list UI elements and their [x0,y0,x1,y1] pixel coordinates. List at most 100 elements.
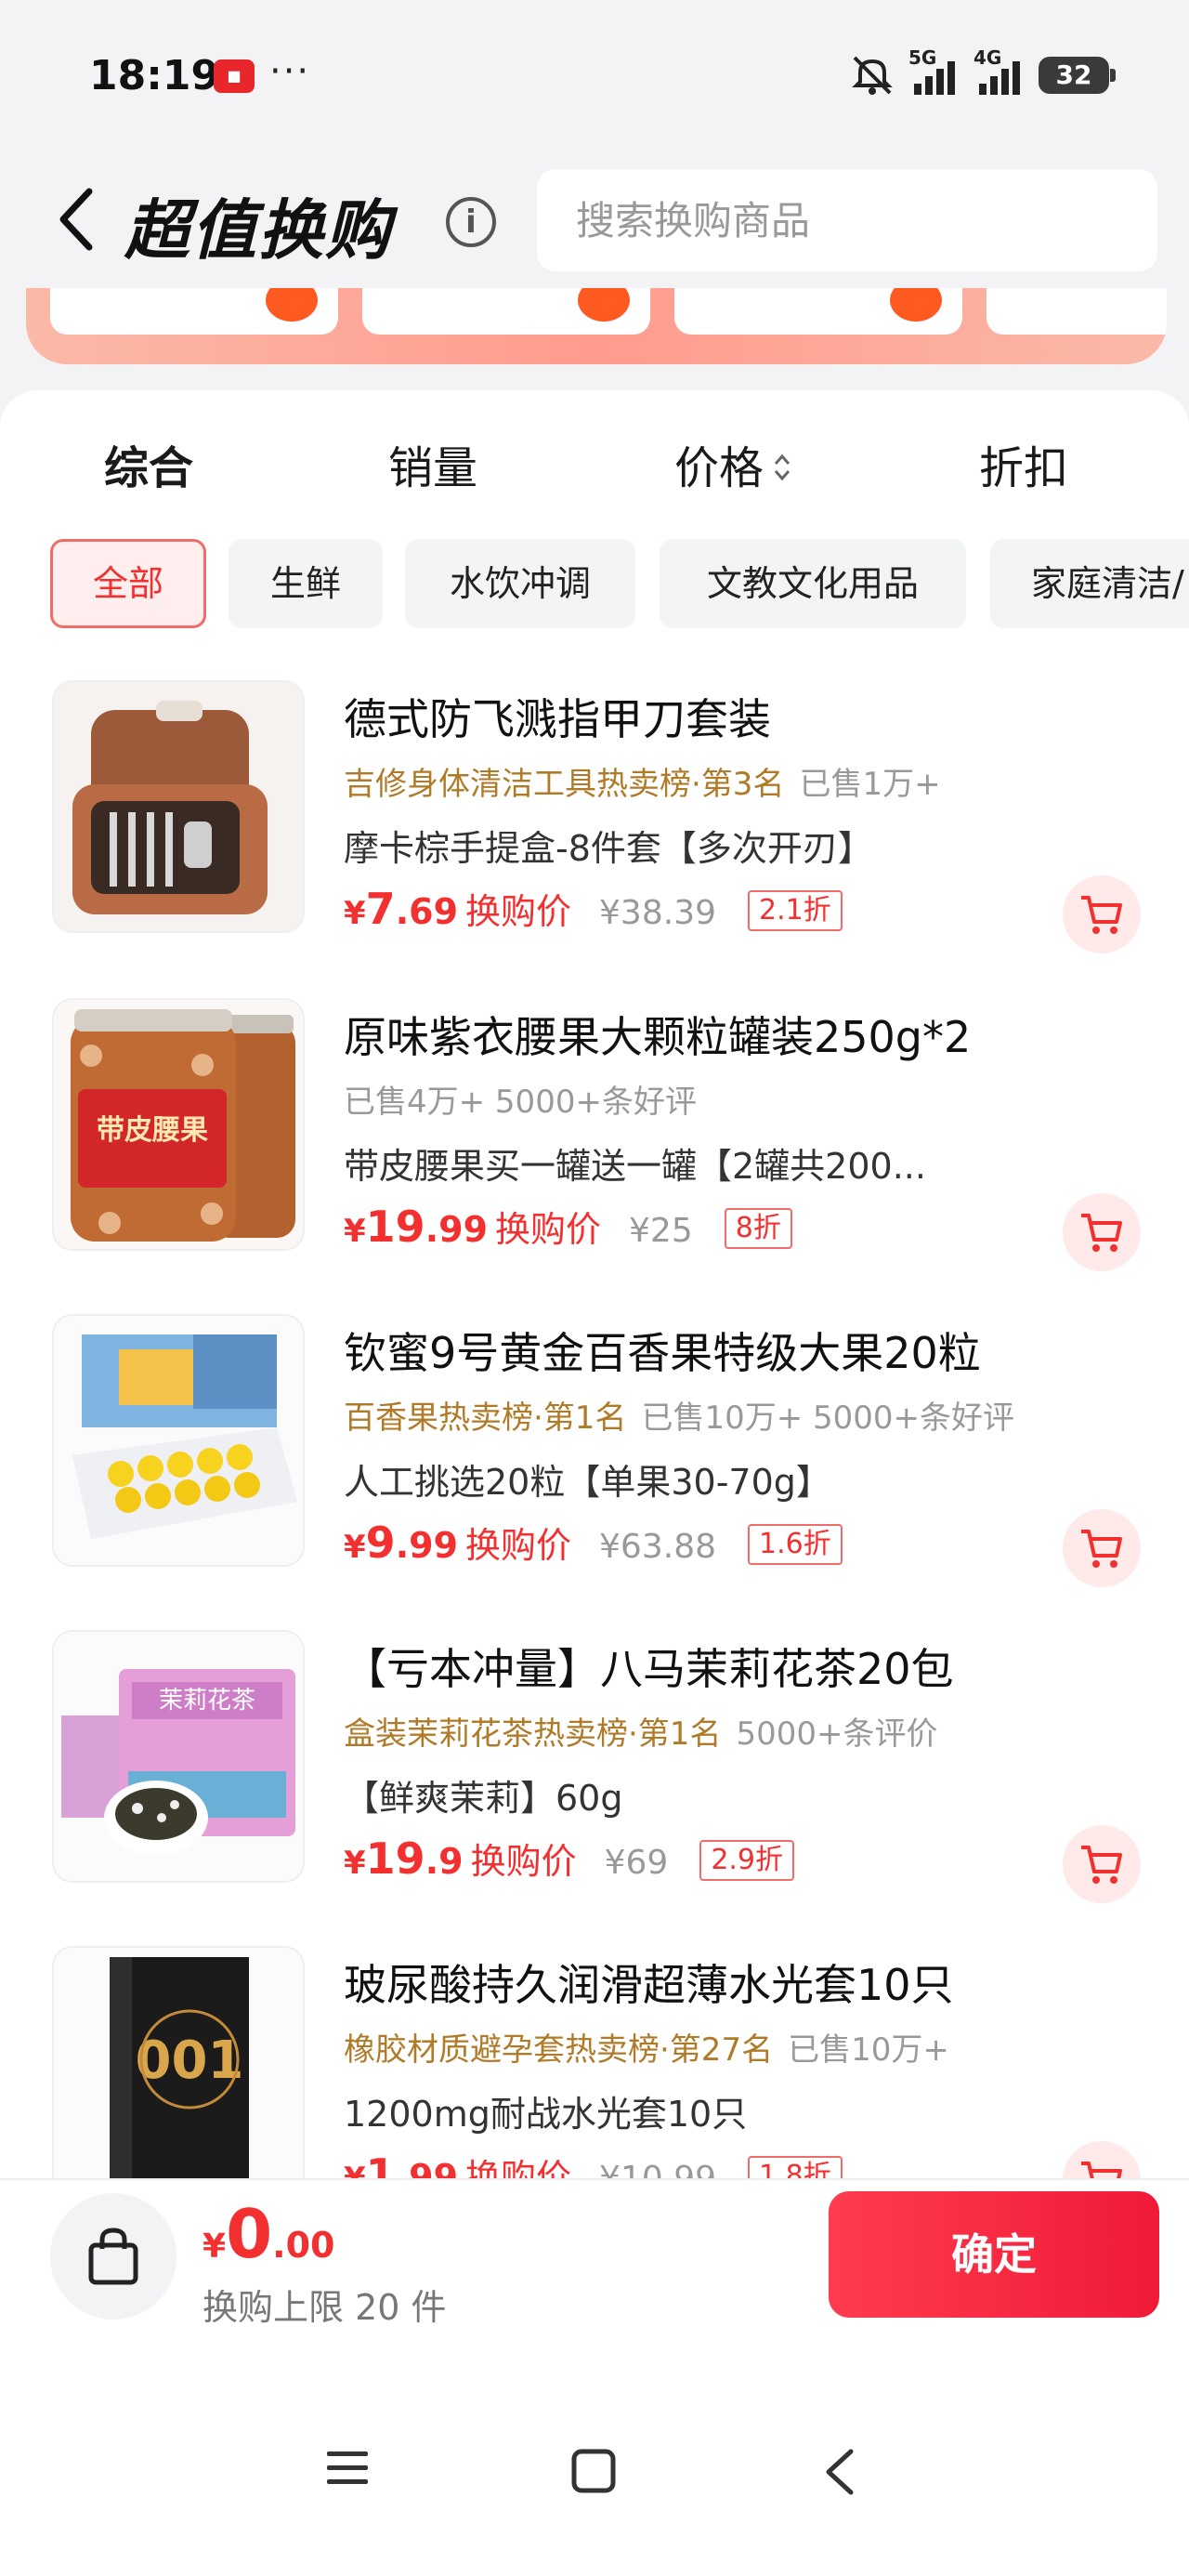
back-arrow-icon[interactable] [48,182,104,256]
product-image[interactable] [52,680,305,933]
product-sold: 5000+条评价 [736,1715,938,1753]
price-row: ¥1.99 换购价 ¥10.99 1.8折 [344,2149,843,2178]
add-to-cart-button[interactable] [1063,875,1141,953]
selected-items-button[interactable] [50,2193,176,2320]
product-rank[interactable]: 吉修身体清洁工具热卖榜·第3名 [344,766,784,803]
currency-symbol: ¥ [344,1529,366,1566]
product-rank[interactable]: 盒装茉莉花茶热卖榜·第1名 [344,1715,721,1753]
page-title: 超值换购 [124,192,392,269]
confirm-button[interactable]: 确定 [829,2191,1159,2318]
cart-icon [1081,1214,1122,1252]
product-item[interactable]: 茉莉花茶 【亏本冲量】八马茉莉花茶20包 盒装茉莉花茶热卖榜·第1名 5000+条… [0,1630,1189,1946]
product-image[interactable] [52,1314,305,1567]
category-chip-all[interactable]: 全部 [50,539,206,628]
category-chip-cleaning[interactable]: 家庭清洁/ [990,539,1189,628]
sort-tab-price-label: 价格 [674,442,764,494]
currency-symbol: ¥ [344,1213,366,1250]
status-icons: 5G 4G 32 [849,46,1116,97]
product-sold: 已售10万+ [788,2031,949,2069]
product-title: 钦蜜9号黄金百香果特级大果20粒 [344,1328,981,1378]
signal-4g-icon: 4G [973,46,1026,97]
price-int: 1 [365,2149,396,2178]
product-desc: 带皮腰果买一罐送一罐【2罐共200... [344,1146,926,1187]
category-chip-drinks[interactable]: 水饮冲调 [405,539,635,628]
info-icon[interactable]: i [446,197,496,247]
cart-icon [1081,2162,1122,2178]
product-title: 玻尿酸持久润滑超薄水光套10只 [344,1960,954,2010]
status-time: 18:19 [89,52,220,99]
price-dec: .9 [425,1841,464,1882]
promo-banner[interactable] [26,288,1167,364]
add-to-cart-button[interactable] [1063,1509,1141,1587]
product-image[interactable]: 带皮腰果 [52,998,305,1251]
product-meta: 百香果热卖榜·第1名 已售10万+ 5000+条好评 [344,1392,1014,1438]
price-row: ¥9.99 换购价 ¥63.88 1.6折 [344,1517,843,1572]
add-to-cart-button[interactable] [1063,1193,1141,1271]
currency-symbol: ¥ [344,2161,366,2178]
product-meta: 已售4万+ 5000+条好评 [344,1076,697,1122]
product-desc: 人工挑选20粒【单果30-70g】 [344,1462,831,1503]
product-meta: 吉修身体清洁工具热卖榜·第3名 已售1万+ [344,758,941,804]
thumb-text: 茉莉花茶 [159,1687,255,1715]
sort-tab-sales[interactable]: 销量 [388,431,477,496]
battery-icon: 32 [1039,57,1116,94]
original-price: ¥10.99 [599,2160,716,2178]
cart-icon [1081,1846,1122,1884]
price-label: 换购价 [495,1209,602,1250]
currency-symbol: ¥ [344,1845,366,1882]
price-dec: .99 [395,1525,459,1566]
sort-arrows-icon [771,445,793,497]
product-rank[interactable]: 百香果热卖榜·第1名 [344,1400,626,1437]
checkout-bar: ¥0.00 换购上限 20 件 确定 [0,2178,1189,2364]
price-row: ¥7.69 换购价 ¥38.39 2.1折 [344,883,843,939]
home-square-icon[interactable] [570,2448,617,2498]
category-chip-fresh[interactable]: 生鲜 [229,539,383,628]
category-filter-row: 全部 生鲜 水饮冲调 文教文化用品 家庭清洁/ [0,539,1189,632]
sort-bar: 综合 销量 价格 折扣 [0,390,1189,530]
discount-badge: 1.6折 [748,1524,843,1565]
discount-badge: 8折 [724,1208,792,1249]
product-meta: 橡胶材质避孕套热卖榜·第27名 已售10万+ [344,2024,949,2070]
sort-tab-comprehensive[interactable]: 综合 [104,431,193,496]
total-int: 0 [226,2195,273,2273]
thumb-text: 001 [136,2031,244,2091]
price-int: 19 [365,1833,425,1884]
search-box[interactable] [537,169,1157,271]
add-to-cart-button[interactable] [1063,1825,1141,1903]
product-item[interactable]: 带皮腰果 原味紫衣腰果大颗粒罐装250g*2 已售4万+ 5000+条好评 带皮… [0,998,1189,1314]
menu-icon[interactable] [325,2448,370,2492]
search-input[interactable] [537,169,1157,271]
price-label: 换购价 [465,1525,572,1566]
promo-card[interactable] [50,288,338,335]
product-rank[interactable]: 橡胶材质避孕套热卖榜·第27名 [344,2031,773,2069]
discount-badge: 2.9折 [699,1840,795,1881]
product-image[interactable]: 茉莉花茶 [52,1630,305,1883]
add-to-cart-button[interactable] [1063,2141,1141,2178]
currency-symbol: ¥ [344,895,366,932]
header: 超值换购 i [0,149,1189,288]
category-chip-stationery[interactable]: 文教文化用品 [660,539,966,628]
product-sold: 已售10万+ 5000+条好评 [641,1400,1015,1437]
cart-icon [1081,1530,1122,1568]
product-title: 原味紫衣腰果大颗粒罐装250g*2 [344,1012,972,1062]
original-price: ¥25 [629,1212,693,1250]
product-item[interactable]: 钦蜜9号黄金百香果特级大果20粒 百香果热卖榜·第1名 已售10万+ 5000+条… [0,1314,1189,1630]
price-dec: .69 [395,891,459,932]
sort-tab-discount[interactable]: 折扣 [979,431,1068,496]
total-currency: ¥ [203,2228,227,2266]
product-image[interactable]: 001 [52,1946,305,2178]
cart-icon [1081,896,1122,934]
product-sold: 已售4万+ 5000+条好评 [344,1084,697,1121]
total-price: ¥0.00 [203,2195,335,2273]
discount-badge: 2.1折 [748,890,843,931]
promo-card[interactable] [362,288,650,335]
product-item[interactable]: 德式防飞溅指甲刀套装 吉修身体清洁工具热卖榜·第3名 已售1万+ 摩卡棕手提盒-8… [0,680,1189,996]
product-panel: 综合 销量 价格 折扣 全部 生鲜 水饮冲调 文教文化用品 家庭清洁/ 德式防飞… [0,390,1189,2178]
product-title: 德式防飞溅指甲刀套装 [344,694,771,744]
product-item[interactable]: 001 玻尿酸持久润滑超薄水光套10只 橡胶材质避孕套热卖榜·第27名 已售10万… [0,1946,1189,2178]
back-triangle-icon[interactable] [821,2448,858,2500]
promo-card[interactable] [986,288,1167,335]
promo-card[interactable] [674,288,962,335]
sort-tab-price[interactable]: 价格 [674,431,793,497]
original-price: ¥69 [604,1844,669,1882]
